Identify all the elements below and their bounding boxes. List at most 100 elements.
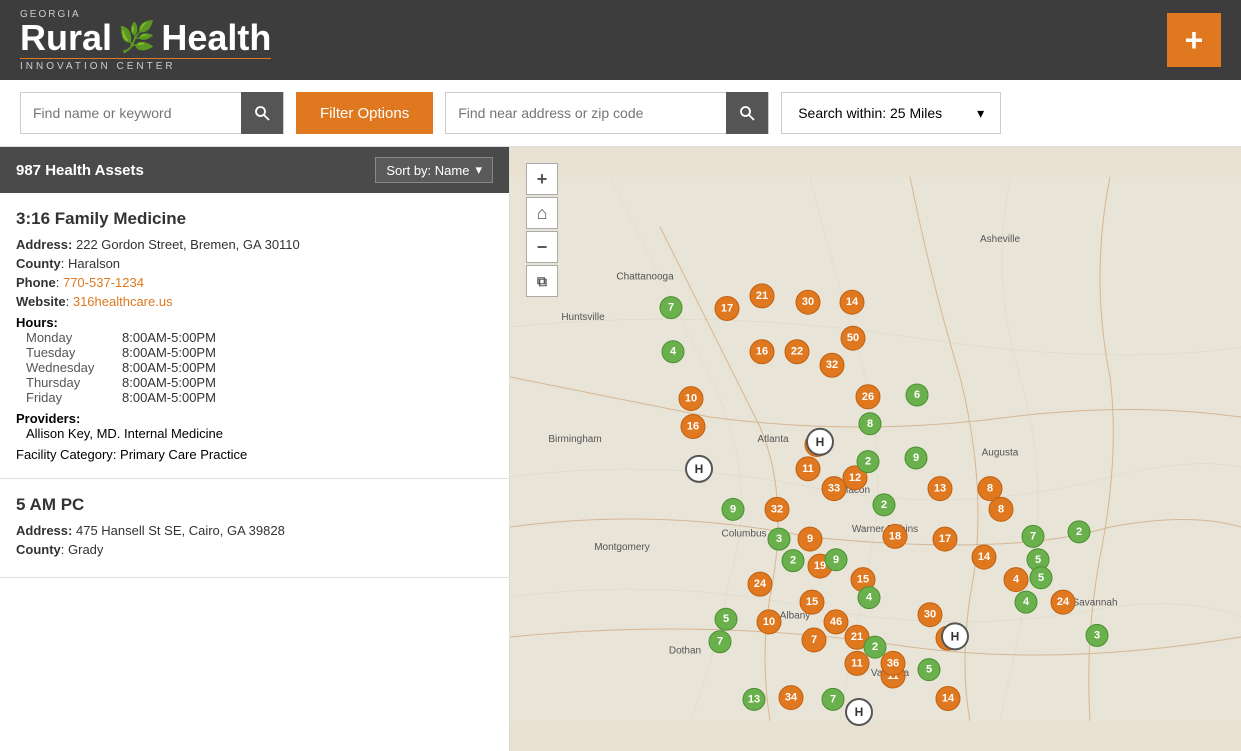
map-area: ChattanoogaAshevilleHuntsvilleAtlantaBir… — [510, 147, 1241, 751]
cluster-count: 18 — [889, 530, 901, 542]
cluster-count: 24 — [1057, 596, 1070, 608]
layers-button[interactable]: ⧉ — [526, 265, 558, 297]
hours-row: Tuesday 8:00AM-5:00PM — [26, 345, 493, 360]
hours-section: Hours: Monday8:00AM-5:00PMTuesday8:00AM-… — [16, 315, 493, 405]
sort-chevron-icon: ▾ — [475, 162, 482, 178]
address-search-button[interactable] — [726, 92, 768, 134]
cluster-count: 16 — [687, 420, 699, 432]
panel-header: 987 Health Assets Sort by: Name ▾ — [0, 147, 509, 193]
county-label: County — [16, 256, 61, 271]
cluster-count: 7 — [811, 634, 817, 646]
listing-card: 5 AM PC Address: 475 Hansell St SE, Cair… — [0, 479, 509, 578]
listing-address: Address: 222 Gordon Street, Bremen, GA 3… — [16, 237, 493, 252]
cluster-count: 10 — [763, 616, 775, 628]
listing-county: County: Grady — [16, 542, 493, 557]
listing-phone: Phone: 770-537-1234 — [16, 275, 493, 290]
facility-category: Facility Category: Primary Care Practice — [16, 447, 493, 462]
cluster-count: 50 — [847, 332, 859, 344]
listing-county: County: Haralson — [16, 256, 493, 271]
sort-label: Sort by: Name — [386, 163, 469, 178]
cluster-count: 16 — [756, 346, 768, 358]
cluster-count: 2 — [1076, 526, 1082, 538]
cluster-count: 36 — [887, 657, 899, 669]
hours-table: Monday8:00AM-5:00PMTuesday8:00AM-5:00PMW… — [26, 330, 493, 405]
address-value: 222 Gordon Street, Bremen, GA 30110 — [76, 237, 300, 252]
address-value: 475 Hansell St SE, Cairo, GA 39828 — [76, 523, 285, 538]
listing-card: 3:16 Family Medicine Address: 222 Gordon… — [0, 193, 509, 479]
providers-title: Providers: — [16, 411, 493, 426]
cluster-count: 15 — [806, 596, 818, 608]
city-label: Montgomery — [594, 542, 650, 553]
cluster-count: 32 — [771, 503, 783, 515]
cluster-count: 6 — [914, 389, 920, 401]
facility-value: Primary Care Practice — [120, 447, 247, 462]
header: GEORGIA Rural 🌿 Health INNOVATION CENTER… — [0, 0, 1241, 80]
hours-row: Monday8:00AM-5:00PM — [26, 330, 493, 345]
hours-time: 8:00AM-5:00PM — [122, 345, 216, 360]
cluster-count: 14 — [978, 551, 991, 563]
cluster-count: 22 — [791, 346, 803, 358]
search-within-label: Search within: 25 Miles — [798, 105, 942, 121]
cluster-count: 2 — [865, 456, 871, 468]
city-label: Birmingham — [548, 434, 601, 445]
sort-control[interactable]: Sort by: Name ▾ — [375, 157, 493, 183]
keyword-input[interactable] — [21, 93, 241, 133]
logo-sub-text: INNOVATION CENTER — [20, 58, 271, 72]
cluster-count: 2 — [872, 641, 878, 653]
cluster-count: 46 — [830, 616, 842, 628]
cluster-count: 8 — [987, 483, 993, 495]
cluster-count: 4 — [670, 346, 677, 358]
cluster-count: 9 — [730, 503, 736, 515]
address-label: Address: — [16, 237, 72, 252]
cluster-count: 5 — [1038, 572, 1044, 584]
listing-name: 5 AM PC — [16, 495, 493, 515]
zoom-out-button[interactable]: − — [526, 231, 558, 263]
cluster-count: 9 — [833, 554, 839, 566]
address-search-box — [445, 92, 769, 134]
hours-time: 8:00AM-5:00PM — [122, 330, 216, 345]
cluster-count: 9 — [913, 452, 919, 464]
search-within-selector[interactable]: Search within: 25 Miles ▾ — [781, 92, 1001, 134]
filter-options-button[interactable]: Filter Options — [296, 92, 433, 134]
cluster-count: 12 — [849, 472, 861, 484]
cluster-count: 7 — [830, 693, 836, 705]
keyword-search-button[interactable] — [241, 92, 283, 134]
cluster-count: 21 — [756, 290, 768, 302]
cluster-count: 14 — [846, 296, 859, 308]
cluster-count: 8 — [998, 503, 1004, 515]
zoom-in-button[interactable]: + — [526, 163, 558, 195]
home-button[interactable]: ⌂ — [526, 197, 558, 229]
city-label: Chattanooga — [616, 272, 674, 283]
logo-rural-text: Rural — [20, 20, 112, 56]
hours-day: Tuesday — [26, 345, 106, 360]
hours-row: Wednesday8:00AM-5:00PM — [26, 360, 493, 375]
address-input[interactable] — [446, 93, 726, 133]
toolbar: Filter Options Search within: 25 Miles ▾ — [0, 80, 1241, 147]
cluster-count: 34 — [785, 692, 798, 704]
website-link[interactable]: 316healthcare.us — [73, 294, 173, 309]
cluster-count: 21 — [851, 631, 863, 643]
cluster-count: 10 — [685, 393, 697, 405]
logo: GEORGIA Rural 🌿 Health INNOVATION CENTER — [20, 9, 271, 72]
provider-name: Allison Key, MD. Internal Medicine — [26, 426, 493, 441]
city-label: Augusta — [982, 447, 1019, 458]
cluster-count: 14 — [942, 692, 955, 704]
cluster-count: 5 — [1035, 554, 1041, 566]
county-label: County — [16, 542, 61, 557]
cluster-count: 26 — [862, 391, 874, 403]
add-button[interactable]: + — [1167, 13, 1221, 67]
listing-website: Website: 316healthcare.us — [16, 294, 493, 309]
hospital-label: H — [855, 705, 864, 719]
cluster-count: 5 — [723, 613, 729, 625]
cluster-count: 24 — [754, 578, 767, 590]
phone-link[interactable]: 770-537-1234 — [63, 275, 144, 290]
cluster-count: 8 — [867, 418, 873, 430]
cluster-count: 17 — [721, 302, 733, 314]
address-label: Address: — [16, 523, 72, 538]
city-label: Asheville — [980, 234, 1020, 245]
city-label: Dothan — [669, 645, 701, 656]
city-label: Columbus — [721, 528, 766, 539]
cluster-count: 3 — [776, 533, 782, 545]
website-label: Website — [16, 294, 66, 309]
cluster-count: 13 — [934, 483, 946, 495]
